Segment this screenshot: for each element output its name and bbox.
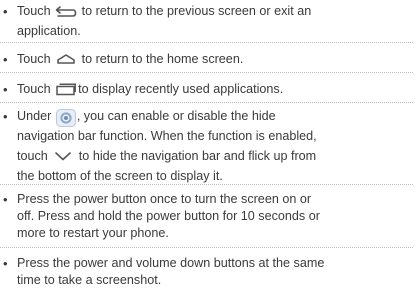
item-text-pre: Touch: [17, 82, 55, 96]
item-text-line4: the bottom of the screen to display it.: [17, 169, 223, 183]
item-text-line1: Press the power and volume down buttons …: [17, 256, 325, 270]
item-text-pre: Touch: [17, 4, 55, 18]
item-text-line3: more to restart your phone.: [17, 226, 169, 240]
list-item-recent: • Touch to display recently used applica…: [0, 81, 412, 101]
item-text-line2: navigation bar function. When the functi…: [17, 129, 317, 143]
item-text-post: , you can enable or disable the hide: [76, 109, 276, 123]
list-item-screenshot: • Press the power and volume down button…: [0, 255, 412, 289]
item-text-line2: time to take a screenshot.: [17, 273, 162, 287]
divider: [0, 184, 413, 185]
item-text-post: to hide the navigation bar and flick up …: [75, 149, 317, 163]
item-text-line2: off. Press and hold the power button for…: [17, 209, 320, 223]
item-text-line2: application.: [17, 24, 81, 38]
chevron-down-icon: [52, 150, 74, 168]
settings-gear-icon: [55, 109, 76, 128]
list-item-back: • Touch to return to the previous screen…: [0, 3, 412, 40]
list-item-power: • Press the power button once to turn th…: [0, 191, 412, 242]
divider: [0, 102, 413, 103]
bullet: •: [3, 109, 8, 124]
item-text-post: to display recently used applications.: [78, 82, 284, 96]
list-item-navbar: • Under , you can enable or disable the …: [0, 108, 412, 185]
item-text-post: to return to the previous screen or exit…: [78, 4, 312, 18]
item-text-pre: Under: [17, 109, 55, 123]
item-text-post: to return to the home screen.: [78, 52, 244, 66]
item-text-pre: Touch: [17, 52, 55, 66]
bullet: •: [3, 256, 8, 271]
divider: [0, 247, 413, 248]
bullet: •: [3, 52, 8, 67]
home-icon: [55, 53, 77, 71]
divider: [0, 72, 413, 73]
bullet: •: [3, 192, 8, 207]
instruction-list: • Touch to return to the previous screen…: [0, 0, 416, 295]
list-item-home: • Touch to return to the home screen.: [0, 51, 412, 71]
recent-apps-icon: [55, 83, 77, 101]
divider: [0, 42, 413, 43]
bullet: •: [3, 4, 8, 19]
bullet: •: [3, 82, 8, 97]
item-text-line1: Press the power button once to turn the …: [17, 192, 312, 206]
item-text-pre: touch: [17, 149, 52, 163]
back-arrow-icon: [55, 5, 77, 23]
